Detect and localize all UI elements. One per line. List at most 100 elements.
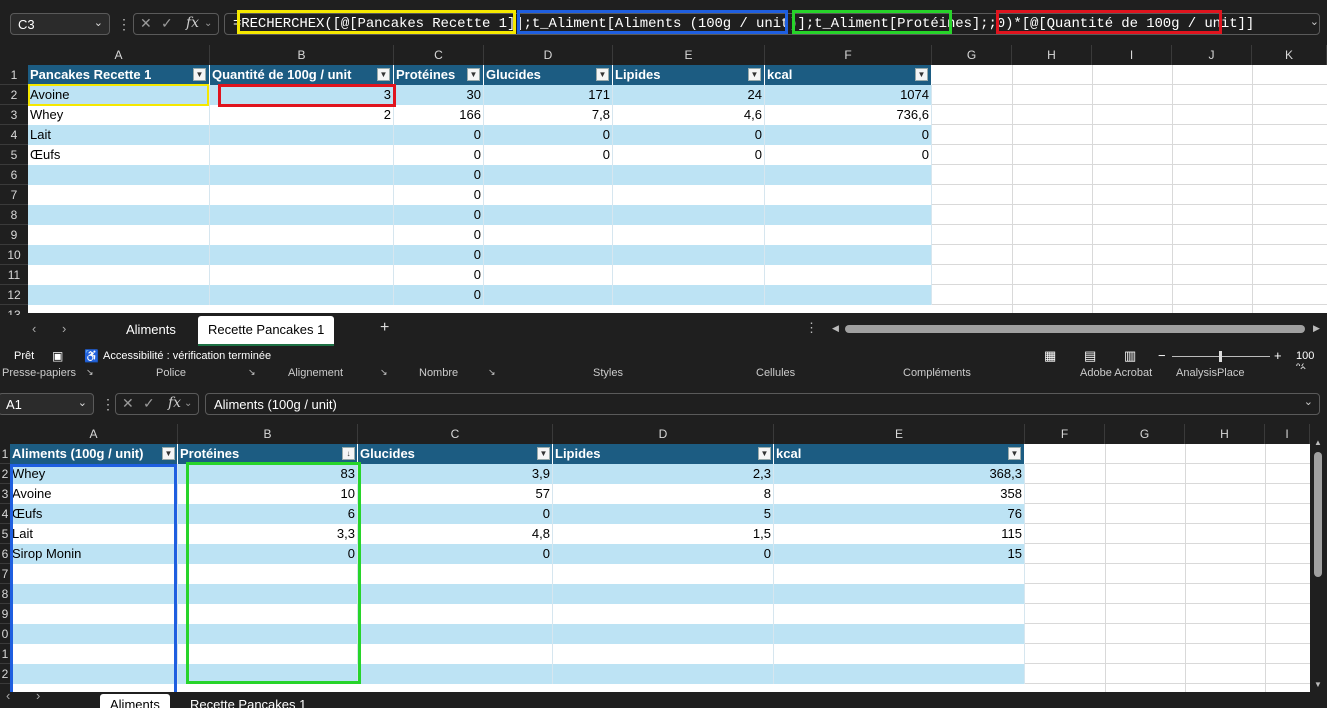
dialog-launcher-icon[interactable]: ↘: [380, 367, 388, 378]
tab-recette-pancakes[interactable]: Recette Pancakes 1: [180, 694, 316, 708]
normal-view-icon[interactable]: ▦: [1044, 348, 1056, 364]
table-header-cell[interactable]: Protéines: [178, 444, 358, 464]
chevron-down-icon[interactable]: ⌄: [78, 396, 87, 409]
insert-function-icon[interactable]: fx: [186, 15, 199, 31]
accessibility-icon[interactable]: ♿: [84, 349, 99, 363]
row-header[interactable]: 3: [0, 484, 10, 504]
chevron-right-icon[interactable]: ›: [62, 321, 66, 336]
table-header-cell[interactable]: Pancakes Recette 1: [28, 65, 210, 85]
filter-dropdown-icon[interactable]: ▼: [162, 447, 175, 460]
column-header[interactable]: K: [1252, 45, 1327, 65]
table-cell[interactable]: 0: [394, 265, 484, 285]
table-cell[interactable]: 0: [394, 225, 484, 245]
row-header[interactable]: 2: [0, 664, 10, 684]
row-header[interactable]: 5: [0, 524, 10, 544]
zoom-slider-thumb[interactable]: [1219, 351, 1222, 362]
table-cell[interactable]: 0: [765, 145, 932, 165]
table-cell[interactable]: 171: [484, 85, 613, 105]
chevron-left-icon[interactable]: ‹: [32, 321, 36, 336]
table-cell[interactable]: [210, 145, 394, 165]
table-cell[interactable]: 0: [484, 125, 613, 145]
column-header[interactable]: I: [1265, 424, 1310, 444]
zoom-out-icon[interactable]: −: [1158, 348, 1166, 363]
table-cell[interactable]: 3,9: [358, 464, 553, 484]
row-header[interactable]: 9: [0, 604, 10, 624]
dialog-launcher-icon[interactable]: ↘: [86, 367, 94, 378]
bottom-name-box[interactable]: A1 ⌄: [0, 393, 94, 415]
row-header[interactable]: 10: [0, 245, 28, 265]
table-cell[interactable]: 0: [765, 125, 932, 145]
dialog-launcher-icon[interactable]: ↘: [488, 367, 496, 378]
top-sheet-grid[interactable]: Pancakes Recette 1 ▼ Quantité de 100g / …: [28, 65, 1327, 313]
dialog-launcher-icon[interactable]: ↘: [248, 367, 256, 378]
scroll-right-icon[interactable]: ▶: [1313, 323, 1320, 334]
filter-dropdown-icon[interactable]: ▼: [915, 68, 928, 81]
row-header[interactable]: 0: [0, 624, 10, 644]
column-header[interactable]: B: [178, 424, 358, 444]
page-layout-icon[interactable]: ▤: [1084, 348, 1096, 364]
chevron-right-icon[interactable]: ›: [36, 692, 40, 703]
enter-icon[interactable]: ✓: [161, 15, 173, 32]
table-cell[interactable]: 1074: [765, 85, 932, 105]
table-cell[interactable]: Œufs: [28, 145, 210, 165]
column-header[interactable]: G: [932, 45, 1012, 65]
more-icon[interactable]: ⋮: [805, 320, 818, 336]
scroll-left-icon[interactable]: ◀: [832, 323, 839, 334]
table-cell[interactable]: 368,3: [774, 464, 1025, 484]
table-cell[interactable]: 0: [613, 125, 765, 145]
column-header[interactable]: E: [774, 424, 1025, 444]
collapse-ribbon-icon[interactable]: ⌃: [1298, 364, 1308, 378]
filter-dropdown-icon[interactable]: ▼: [748, 68, 761, 81]
row-header[interactable]: 12: [0, 285, 28, 305]
table-header-cell[interactable]: Glucides: [358, 444, 553, 464]
column-header[interactable]: F: [1025, 424, 1105, 444]
row-header[interactable]: 8: [0, 584, 10, 604]
bottom-sheet-grid[interactable]: Aliments (100g / unit) ▼ Protéines ↓ Glu…: [10, 444, 1310, 692]
row-header[interactable]: 1: [0, 65, 28, 85]
table-cell[interactable]: 358: [774, 484, 1025, 504]
column-header[interactable]: B: [210, 45, 394, 65]
row-header[interactable]: 7: [0, 185, 28, 205]
table-header-cell[interactable]: kcal: [765, 65, 932, 85]
table-cell[interactable]: 30: [394, 85, 484, 105]
table-cell[interactable]: Whey: [28, 105, 210, 125]
table-header-cell[interactable]: Lipides: [613, 65, 765, 85]
table-cell[interactable]: 0: [484, 145, 613, 165]
filter-dropdown-icon[interactable]: ▼: [596, 68, 609, 81]
column-header[interactable]: E: [613, 45, 765, 65]
tab-recette-pancakes[interactable]: Recette Pancakes 1: [198, 316, 335, 346]
table-cell[interactable]: 0: [394, 245, 484, 265]
filter-dropdown-icon[interactable]: ▼: [377, 68, 390, 81]
more-icon[interactable]: ⋮: [101, 396, 115, 413]
table-cell[interactable]: 0: [394, 185, 484, 205]
table-cell[interactable]: 76: [774, 504, 1025, 524]
table-cell[interactable]: 5: [553, 504, 774, 524]
chevron-down-icon[interactable]: ⌄: [184, 398, 192, 409]
bottom-formula-input[interactable]: Aliments (100g / unit) ⌄: [205, 393, 1320, 415]
more-icon[interactable]: ⋮: [117, 16, 131, 33]
row-header[interactable]: 4: [0, 125, 28, 145]
table-header-cell[interactable]: Quantité de 100g / unit: [210, 65, 394, 85]
column-header[interactable]: C: [358, 424, 553, 444]
table-cell[interactable]: 57: [358, 484, 553, 504]
row-header[interactable]: 1: [0, 444, 10, 464]
table-cell[interactable]: 166: [394, 105, 484, 125]
table-cell[interactable]: 1,5: [553, 524, 774, 544]
table-cell[interactable]: 4,8: [358, 524, 553, 544]
scroll-up-icon[interactable]: ▲: [1314, 438, 1322, 447]
row-header[interactable]: 9: [0, 225, 28, 245]
table-cell[interactable]: 15: [774, 544, 1025, 564]
column-header[interactable]: D: [484, 45, 613, 65]
table-cell[interactable]: 0: [613, 145, 765, 165]
table-cell[interactable]: 0: [394, 205, 484, 225]
table-cell[interactable]: 8: [553, 484, 774, 504]
page-break-icon[interactable]: ▥: [1124, 348, 1136, 364]
column-header[interactable]: G: [1105, 424, 1185, 444]
table-cell[interactable]: 0: [394, 125, 484, 145]
table-cell[interactable]: 0: [553, 544, 774, 564]
row-header[interactable]: 4: [0, 504, 10, 524]
row-header[interactable]: 1: [0, 644, 10, 664]
table-cell[interactable]: 4,6: [613, 105, 765, 125]
table-cell[interactable]: 0: [394, 145, 484, 165]
table-cell[interactable]: 115: [774, 524, 1025, 544]
